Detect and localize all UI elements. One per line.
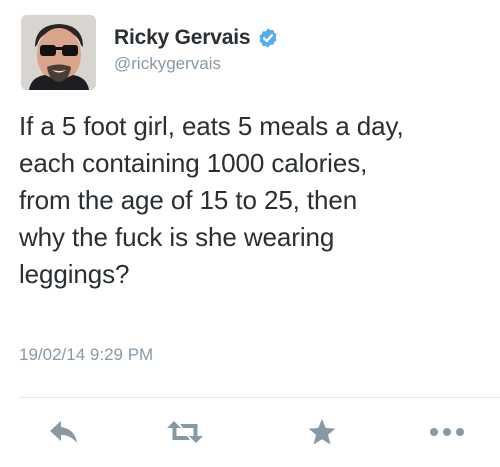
divider <box>19 397 500 398</box>
tweet-text-line: If a 5 foot girl, eats 5 meals a day, <box>19 111 404 141</box>
reply-button[interactable] <box>44 412 84 452</box>
avatar-image <box>21 15 96 90</box>
avatar[interactable] <box>21 15 96 90</box>
tweet-text: If a 5 foot girl, eats 5 meals a day, ea… <box>19 108 489 293</box>
favorite-button[interactable] <box>302 412 342 452</box>
more-icon <box>430 428 464 436</box>
retweet-icon <box>167 421 203 443</box>
favorite-icon <box>308 419 336 445</box>
tweet-text-line: leggings? <box>19 259 130 289</box>
tweet-text-line: each containing 1000 calories, <box>19 148 368 178</box>
user-handle[interactable]: @rickygervais <box>114 54 221 74</box>
retweet-button[interactable] <box>165 412 205 452</box>
tweet-timestamp: 19/02/14 9:29 PM <box>19 345 154 364</box>
action-bar <box>0 412 500 452</box>
display-name[interactable]: Ricky Gervais <box>114 26 251 50</box>
reply-icon <box>50 421 77 443</box>
verified-badge-icon <box>257 27 279 49</box>
tweet-card: Ricky Gervais @rickygervais If a 5 foot … <box>0 0 500 467</box>
name-row: Ricky Gervais <box>114 25 279 51</box>
tweet-text-line: why the fuck is she wearing <box>19 222 335 252</box>
tweet-text-line: from the age of 15 to 25, then <box>19 185 358 215</box>
more-button[interactable] <box>427 412 467 452</box>
